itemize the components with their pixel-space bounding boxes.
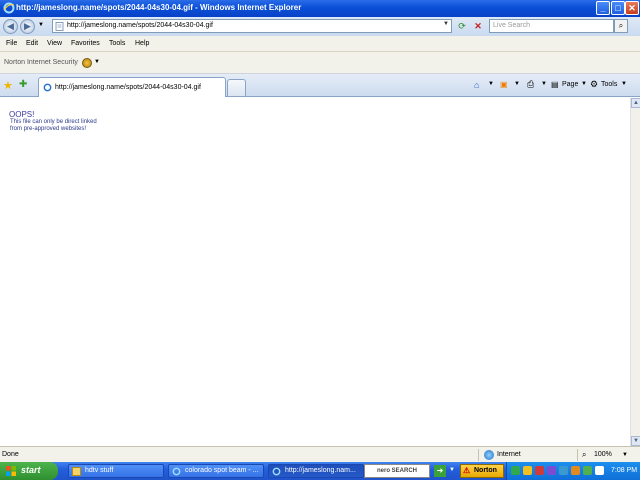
update-tray-icon[interactable]: [559, 466, 568, 475]
new-tab-button[interactable]: [227, 79, 246, 96]
menu-edit[interactable]: Edit: [26, 40, 38, 47]
messenger-tray-icon[interactable]: [547, 466, 556, 475]
media-tray-icon[interactable]: [571, 466, 580, 475]
volume-tray-icon[interactable]: [595, 466, 604, 475]
menu-view[interactable]: View: [47, 40, 62, 47]
ie-icon: [172, 467, 181, 476]
error-heading: OOPS!: [9, 110, 35, 119]
status-divider: [577, 449, 578, 461]
home-dropdown-icon[interactable]: ▼: [488, 81, 494, 87]
taskbar: start hdtv stuff colorado spot beam - ..…: [0, 462, 640, 480]
window-title: http://jameslong.name/spots/2044-04s30-0…: [16, 3, 302, 12]
menu-help[interactable]: Help: [135, 40, 149, 47]
tab-bar: ★ ✚ http://jameslong.name/spots/2044-04s…: [0, 74, 640, 97]
title-bar[interactable]: http://jameslong.name/spots/2044-04s30-0…: [0, 0, 640, 17]
status-text: Done: [2, 451, 19, 458]
taskbar-item[interactable]: colorado spot beam - ...: [168, 464, 264, 478]
close-button[interactable]: ✕: [625, 1, 639, 15]
windows-flag-icon: [6, 466, 16, 476]
maximize-button[interactable]: □: [611, 1, 625, 15]
ie-logo-icon: [3, 2, 15, 14]
minimize-button[interactable]: _: [596, 1, 610, 15]
add-favorites-icon[interactable]: ✚: [19, 79, 27, 90]
page-content: OOPS! This file can only be direct linke…: [0, 98, 630, 446]
sync-tray-icon[interactable]: [583, 466, 592, 475]
go-arrow-icon[interactable]: ➜: [434, 465, 446, 477]
internet-zone-icon: [484, 450, 494, 460]
taskbar-item-label: hdtv stuff: [85, 467, 114, 474]
quicklaunch-dropdown-icon[interactable]: ▼: [449, 467, 455, 473]
menu-file[interactable]: File: [6, 40, 17, 47]
tab-label: http://jameslong.name/spots/2044-04s30-0…: [55, 84, 201, 91]
taskbar-item-label: http://jameslong.nam...: [285, 467, 356, 474]
security-tray-icon[interactable]: [535, 466, 544, 475]
feeds-dropdown-icon[interactable]: ▼: [514, 81, 520, 87]
search-icon[interactable]: ⌕: [614, 19, 628, 33]
status-divider: [478, 449, 479, 461]
start-button[interactable]: start: [0, 462, 58, 480]
zoom-level[interactable]: 100%: [594, 451, 612, 458]
error-message-line1: This file can only be direct linked: [10, 119, 97, 125]
search-placeholder: Live Search: [493, 22, 530, 29]
taskbar-item-active[interactable]: http://jameslong.nam...: [268, 464, 364, 478]
address-bar[interactable]: http://jameslong.name/spots/2044-04s30-0…: [52, 19, 452, 33]
stop-icon[interactable]: ✕: [472, 20, 484, 32]
norton-taskbar-label: Norton: [474, 467, 497, 474]
menu-tools[interactable]: Tools: [109, 40, 125, 47]
menu-bar: File Edit View Favorites Tools Help: [0, 36, 640, 52]
feeds-icon[interactable]: ▣: [500, 80, 508, 89]
taskbar-item[interactable]: hdtv stuff: [68, 464, 164, 478]
zoom-dropdown-icon[interactable]: ▼: [622, 452, 628, 458]
error-message: This file can only be direct linked from…: [10, 119, 130, 133]
vertical-scrollbar[interactable]: ▲ ▼: [630, 98, 640, 446]
page-menu-icon[interactable]: ▤: [551, 80, 559, 89]
history-dropdown-icon[interactable]: ▼: [38, 22, 44, 28]
menu-favorites[interactable]: Favorites: [71, 40, 100, 47]
back-button[interactable]: ◀: [3, 19, 18, 34]
tools-menu-button[interactable]: Tools: [601, 81, 617, 88]
page-dropdown-icon[interactable]: ▼: [581, 81, 587, 87]
print-dropdown-icon[interactable]: ▼: [541, 81, 547, 87]
start-label: start: [21, 465, 41, 475]
status-bar: Done Internet ⌕ 100% ▼: [0, 446, 640, 462]
address-url[interactable]: http://jameslong.name/spots/2044-04s30-0…: [67, 22, 213, 29]
search-input[interactable]: Live Search: [489, 19, 614, 33]
page-icon: [55, 22, 64, 31]
ie-tab-icon: [43, 83, 52, 92]
address-dropdown-icon[interactable]: ▼: [443, 21, 449, 27]
zoom-icon[interactable]: ⌕: [582, 450, 586, 460]
norton-toolbar-label[interactable]: Norton Internet Security: [4, 59, 78, 66]
warning-icon: ⚠: [463, 466, 471, 475]
tab-active[interactable]: http://jameslong.name/spots/2044-04s30-0…: [38, 77, 226, 97]
network-icon[interactable]: [511, 466, 520, 475]
page-menu-button[interactable]: Page: [562, 81, 578, 88]
folder-icon: [72, 467, 81, 476]
ie-icon: [272, 467, 281, 476]
forward-button[interactable]: ▶: [20, 19, 35, 34]
gear-icon[interactable]: ⚙: [590, 79, 598, 90]
taskbar-item-label: colorado spot beam - ...: [185, 467, 259, 474]
favorites-star-icon[interactable]: ★: [3, 79, 13, 92]
scroll-up-icon[interactable]: ▲: [631, 98, 640, 108]
refresh-icon[interactable]: ⟳: [456, 20, 468, 32]
nero-search-box[interactable]: nero SEARCH: [364, 464, 430, 478]
clock[interactable]: 7:08 PM: [611, 467, 637, 474]
error-message-line2: from pre-approved websites!: [10, 126, 87, 132]
norton-toolbar: Norton Internet Security ▼: [0, 52, 640, 74]
tools-dropdown-icon[interactable]: ▼: [621, 81, 627, 87]
home-icon[interactable]: ⌂: [474, 80, 479, 90]
security-zone[interactable]: Internet: [497, 451, 521, 458]
scroll-down-icon[interactable]: ▼: [631, 436, 640, 446]
address-row: ◀ ▶ ▼ http://jameslong.name/spots/2044-0…: [0, 17, 640, 36]
norton-icon[interactable]: [82, 58, 92, 68]
norton-taskbar-button[interactable]: ⚠ Norton: [460, 464, 504, 478]
system-tray: 7:08 PM: [506, 462, 640, 480]
norton-tray-icon[interactable]: [523, 466, 532, 475]
print-icon[interactable]: ⎙: [527, 79, 534, 90]
norton-dropdown-icon[interactable]: ▼: [94, 59, 100, 65]
